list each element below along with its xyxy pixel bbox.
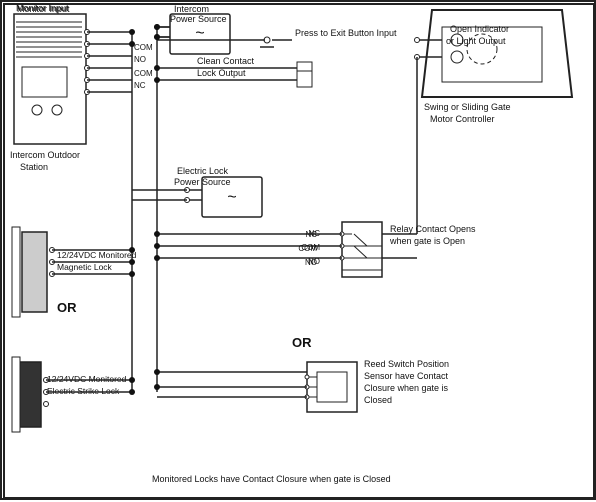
svg-text:Monitored Locks have Contact C: Monitored Locks have Contact Closure whe… xyxy=(152,474,391,484)
svg-text:NC: NC xyxy=(305,230,317,239)
svg-text:Electric Lock: Electric Lock xyxy=(177,166,229,176)
svg-text:COM: COM xyxy=(134,43,153,52)
svg-text:OR: OR xyxy=(292,335,312,350)
svg-text:Open Indicator: Open Indicator xyxy=(450,24,509,34)
svg-text:NO: NO xyxy=(305,258,317,267)
svg-text:COM: COM xyxy=(298,244,317,253)
svg-text:COM: COM xyxy=(134,69,153,78)
svg-text:12/24VDC Monitored: 12/24VDC Monitored xyxy=(47,374,127,384)
svg-text:12/24VDC Monitored: 12/24VDC Monitored xyxy=(57,250,137,260)
svg-text:Motor Controller: Motor Controller xyxy=(430,114,495,124)
wiring-diagram: Monitor Input ~ COM NO COM NC ~ xyxy=(0,0,596,500)
svg-text:Monitor Input: Monitor Input xyxy=(16,3,69,13)
svg-text:Electric Strike Lock: Electric Strike Lock xyxy=(47,386,120,396)
svg-text:Reed Switch Position: Reed Switch Position xyxy=(364,359,449,369)
svg-text:Relay Contact Opens: Relay Contact Opens xyxy=(390,224,476,234)
svg-text:Lock Output: Lock Output xyxy=(197,68,246,78)
svg-text:OR: OR xyxy=(57,300,77,315)
svg-text:Intercom Outdoor: Intercom Outdoor xyxy=(10,150,80,160)
svg-text:~: ~ xyxy=(227,189,236,206)
svg-text:Sensor have Contact: Sensor have Contact xyxy=(364,371,449,381)
svg-text:when gate is Open: when gate is Open xyxy=(389,236,465,246)
svg-text:Clean Contact: Clean Contact xyxy=(197,56,255,66)
svg-text:Magnetic Lock: Magnetic Lock xyxy=(57,262,113,272)
svg-text:Swing or Sliding Gate: Swing or Sliding Gate xyxy=(424,102,511,112)
svg-text:Power Source: Power Source xyxy=(174,177,231,187)
svg-text:Closed: Closed xyxy=(364,395,392,405)
svg-text:Press to Exit Button Input: Press to Exit Button Input xyxy=(295,28,397,38)
svg-text:or Light Output: or Light Output xyxy=(446,36,506,46)
svg-text:Station: Station xyxy=(20,162,48,172)
svg-text:NO: NO xyxy=(134,55,146,64)
svg-text:NC: NC xyxy=(134,81,146,90)
svg-text:Intercom: Intercom xyxy=(174,4,209,14)
svg-text:Closure when gate is: Closure when gate is xyxy=(364,383,449,393)
svg-text:Power Source: Power Source xyxy=(170,14,227,24)
